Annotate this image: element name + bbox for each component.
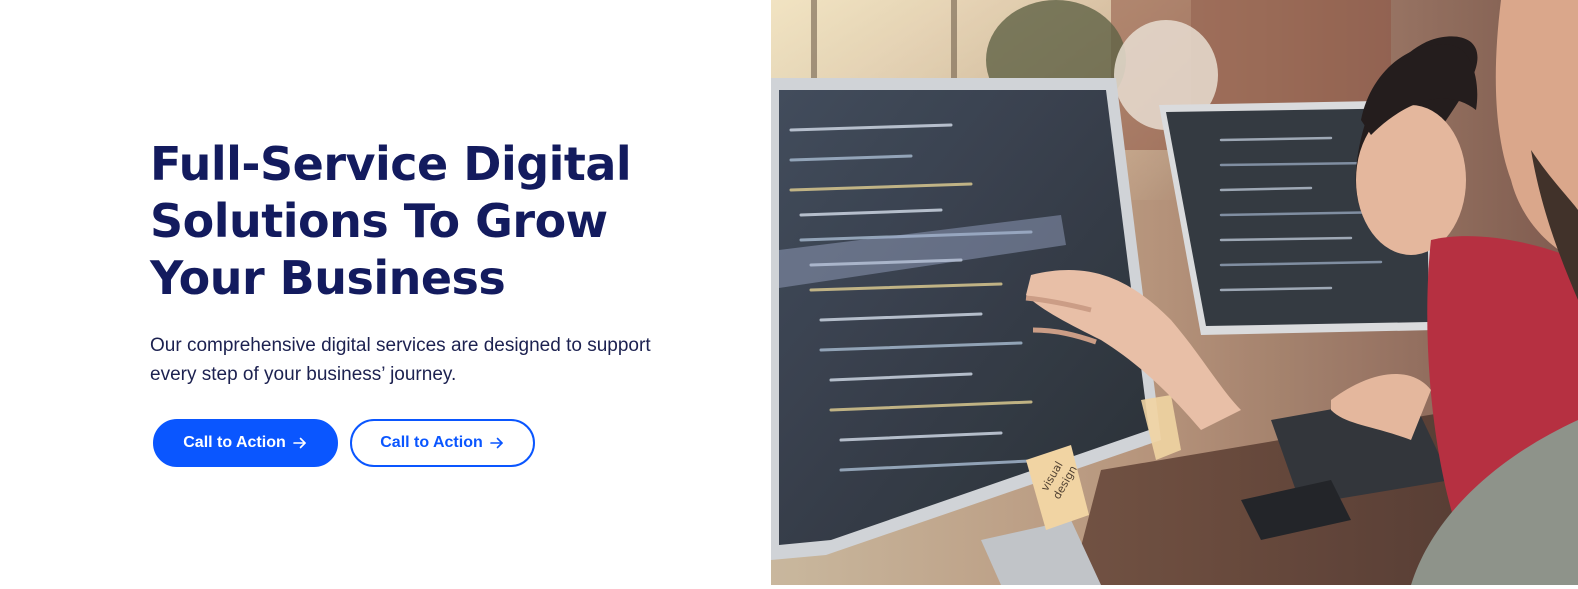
hero-title-line: Full-Service Digital <box>150 137 632 191</box>
cta-button-group: Call to Action Call to Action <box>153 419 710 467</box>
hero-description-line: every step of your business’ journey. <box>150 364 457 385</box>
hero-description-line: Our comprehensive digital services are d… <box>150 335 651 356</box>
primary-cta-label: Call to Action <box>183 434 286 451</box>
secondary-cta-button[interactable]: Call to Action <box>350 419 535 467</box>
developers-at-monitors-photo: visual design <box>771 0 1578 585</box>
hero-text-panel: Full-Service Digital Solutions To Grow Y… <box>0 0 771 585</box>
hero-image: visual design <box>771 0 1578 585</box>
primary-cta-button[interactable]: Call to Action <box>153 419 338 467</box>
hero-description: Our comprehensive digital services are d… <box>150 331 670 389</box>
hero-title-line: Solutions To Grow <box>150 194 608 248</box>
hero-title-line: Your Business <box>150 251 506 305</box>
hero-section: Full-Service Digital Solutions To Grow Y… <box>0 0 1578 585</box>
hero-title: Full-Service Digital Solutions To Grow Y… <box>150 136 710 307</box>
arrow-right-icon <box>489 437 503 449</box>
hero-content: Full-Service Digital Solutions To Grow Y… <box>150 136 710 467</box>
secondary-cta-label: Call to Action <box>380 434 483 451</box>
arrow-right-icon <box>292 437 306 449</box>
